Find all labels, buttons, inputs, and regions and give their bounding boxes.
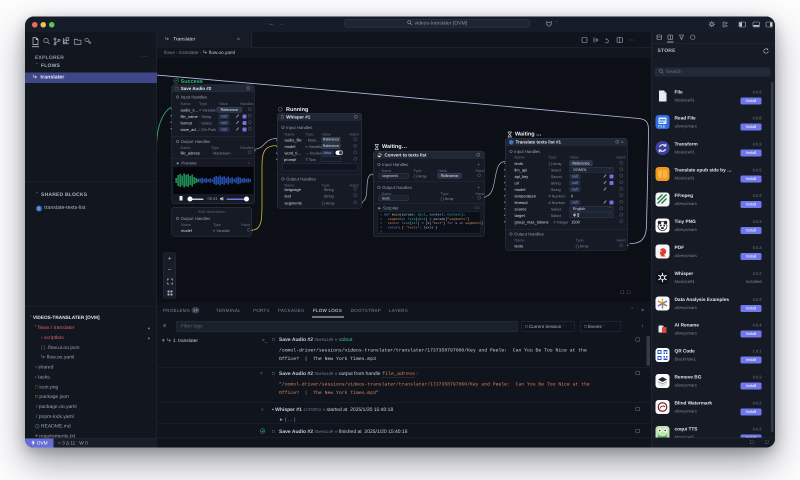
svg-text:FILE: FILE [658,125,666,129]
svg-text:P: P [659,250,662,255]
svg-text:···: ··· [629,37,635,43]
